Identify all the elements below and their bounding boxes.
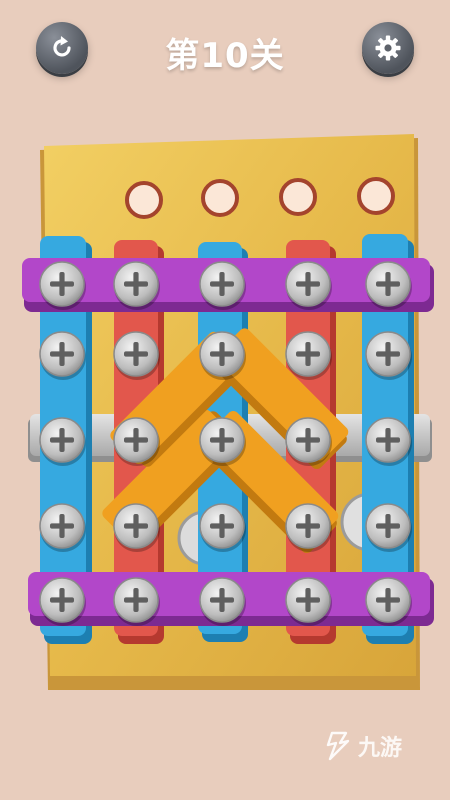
screw[interactable] (199, 577, 246, 626)
screw[interactable] (365, 503, 412, 552)
screw[interactable] (199, 261, 246, 310)
empty-hole (279, 178, 317, 216)
game-board (22, 134, 434, 690)
screw[interactable] (285, 577, 332, 626)
screw[interactable] (199, 503, 246, 552)
screw[interactable] (113, 503, 160, 552)
screw[interactable] (39, 261, 86, 310)
screw[interactable] (113, 331, 160, 380)
screw[interactable] (365, 577, 412, 626)
screw[interactable] (113, 261, 160, 310)
screw[interactable] (285, 261, 332, 310)
screw[interactable] (365, 261, 412, 310)
screw[interactable] (39, 417, 86, 466)
screw[interactable] (39, 331, 86, 380)
screw[interactable] (285, 417, 332, 466)
screw[interactable] (199, 417, 246, 466)
screw[interactable] (113, 417, 160, 466)
screw[interactable] (285, 503, 332, 552)
empty-hole (125, 181, 163, 219)
watermark-text: 九游 (358, 736, 403, 761)
screw[interactable] (113, 577, 160, 626)
empty-hole (357, 177, 395, 215)
screw[interactable] (365, 417, 412, 466)
screw[interactable] (39, 577, 86, 626)
screw[interactable] (285, 331, 332, 380)
watermark-logo-icon (326, 731, 350, 761)
screw[interactable] (39, 503, 86, 552)
watermark: 九游 (324, 724, 402, 768)
screw[interactable] (365, 331, 412, 380)
empty-hole (201, 179, 239, 217)
screw[interactable] (199, 331, 246, 380)
